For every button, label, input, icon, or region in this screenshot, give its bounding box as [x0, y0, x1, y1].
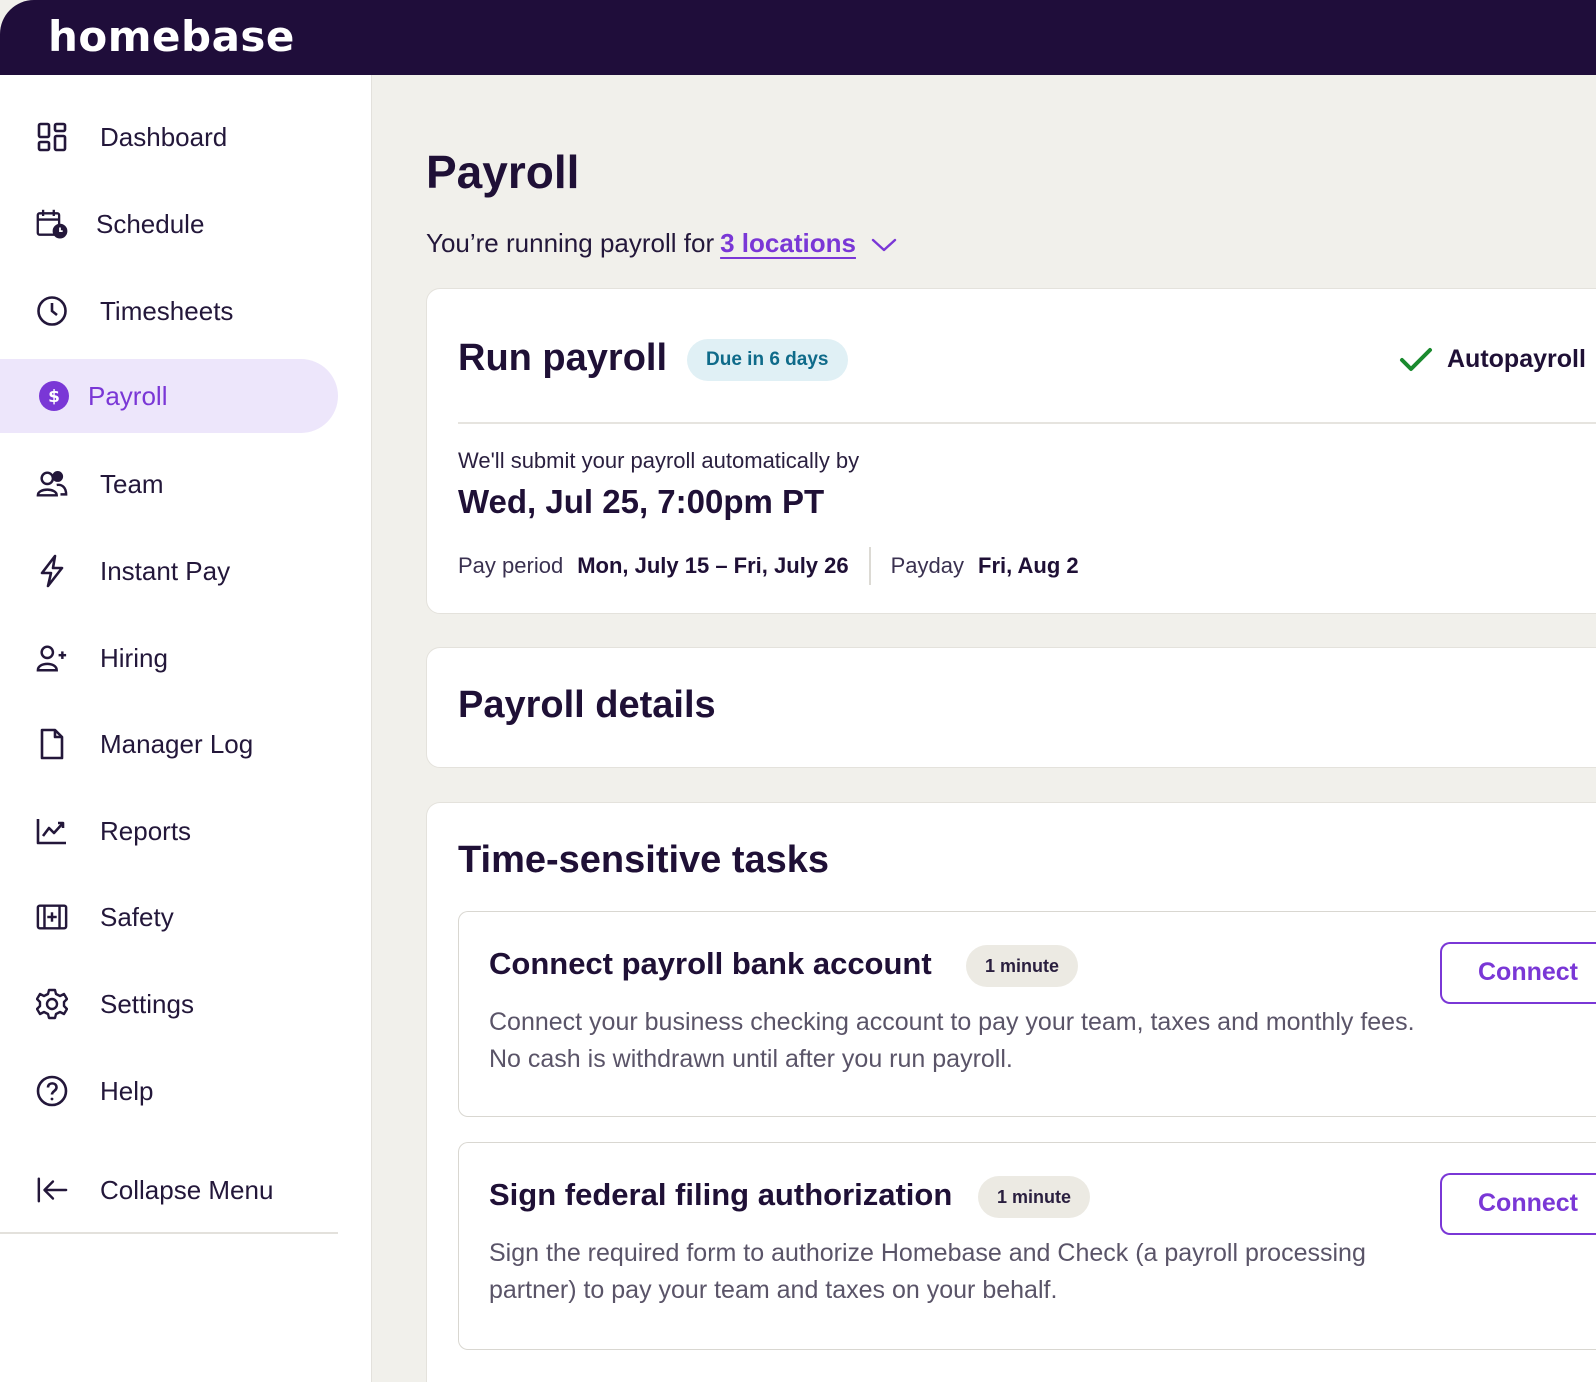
question-icon	[36, 1075, 68, 1107]
pay-period-row: Pay period Mon, July 15 – Fri, July 26 P…	[458, 546, 1079, 586]
team-icon	[36, 468, 68, 500]
task-title: Connect payroll bank account	[489, 946, 932, 981]
subline-text: You’re running payroll for	[426, 228, 715, 258]
task-title: Sign federal filing authorization	[489, 1177, 953, 1212]
top-bar: homebase	[0, 0, 1596, 75]
task-description: Connect your business checking account t…	[489, 1008, 1415, 1073]
payday-label: Payday	[890, 553, 965, 578]
sidebar-item-schedule[interactable]: Schedule	[0, 187, 338, 261]
payroll-details-title: Payroll details	[458, 684, 716, 726]
sidebar-item-label: Safety	[100, 901, 174, 932]
sidebar-item-payroll[interactable]: $ Payroll	[0, 359, 338, 433]
sidebar-item-team[interactable]: Team	[0, 447, 338, 521]
clock-icon	[36, 295, 68, 327]
submit-date: Wed, Jul 25, 7:00pm PT	[458, 483, 825, 520]
connect-bank-button[interactable]: Connect	[1440, 942, 1596, 1004]
sidebar-item-label: Dashboard	[100, 121, 228, 152]
duration-badge: 1 minute	[966, 945, 1079, 987]
document-icon	[36, 728, 68, 760]
collapse-menu-label: Collapse Menu	[100, 1174, 274, 1205]
due-badge: Due in 6 days	[687, 339, 848, 381]
sidebar-item-label: Timesheets	[100, 295, 234, 326]
page-title: Payroll	[426, 146, 580, 198]
homebase-logo[interactable]: homebase	[48, 12, 295, 61]
sign-authorization-button[interactable]: Connect	[1440, 1173, 1596, 1235]
sidebar-item-hiring[interactable]: Hiring	[0, 621, 338, 695]
sidebar-item-label: Help	[100, 1075, 154, 1106]
sidebar-item-label: Reports	[100, 815, 192, 846]
locations-subline: You’re running payroll for 3 locations	[426, 227, 898, 260]
sidebar-item-reports[interactable]: Reports	[0, 794, 338, 868]
first-aid-icon	[36, 901, 68, 933]
card-divider	[458, 422, 1596, 424]
run-payroll-card: Run payroll Due in 6 days Autopayroll We…	[426, 288, 1596, 614]
sidebar-item-safety[interactable]: Safety	[0, 880, 338, 954]
task-description: Sign the required form to authorize Home…	[489, 1239, 1366, 1304]
collapse-menu-button[interactable]: Collapse Menu	[0, 1153, 338, 1227]
run-payroll-title: Run payroll	[458, 337, 668, 379]
pay-period-label: Pay period	[458, 553, 564, 578]
payday-value: Fri, Aug 2	[978, 553, 1079, 578]
sidebar-item-label: Hiring	[100, 642, 168, 673]
gear-icon	[36, 988, 68, 1020]
sidebar: Dashboard Schedule Timesheets $ Payroll …	[0, 75, 372, 1382]
svg-text:$: $	[48, 387, 60, 407]
chevron-down-icon[interactable]	[870, 229, 898, 260]
autopayroll-label: Autopayroll	[1447, 345, 1586, 373]
tasks-title: Time-sensitive tasks	[458, 839, 830, 881]
sidebar-divider	[0, 1232, 338, 1234]
sidebar-item-dashboard[interactable]: Dashboard	[0, 100, 338, 174]
sidebar-item-label: Manager Log	[100, 728, 254, 759]
task-item: Sign federal filing authorization 1 minu…	[458, 1142, 1596, 1350]
task-item: Connect payroll bank account 1 minute Co…	[458, 911, 1596, 1117]
main-content: Payroll You’re running payroll for 3 loc…	[372, 75, 1596, 1382]
sidebar-item-label: Team	[100, 468, 164, 499]
lightning-icon	[36, 554, 68, 588]
sidebar-item-label: Instant Pay	[100, 555, 231, 586]
sidebar-item-settings[interactable]: Settings	[0, 967, 338, 1041]
submit-note: We'll submit your payroll automatically …	[458, 448, 860, 473]
pay-period-separator	[868, 547, 871, 585]
autopayroll-status[interactable]: Autopayroll	[1399, 345, 1586, 374]
payroll-details-card[interactable]: Payroll details	[426, 647, 1596, 768]
dollar-icon: $	[38, 380, 70, 412]
pay-period-value: Mon, July 15 – Fri, July 26	[577, 553, 849, 578]
chart-icon	[36, 815, 68, 847]
sidebar-item-label: Settings	[100, 988, 194, 1019]
collapse-left-icon	[36, 1174, 68, 1206]
checkmark-icon	[1400, 347, 1432, 371]
add-user-icon	[36, 642, 68, 674]
sidebar-item-label: Schedule	[96, 208, 205, 239]
sidebar-item-timesheets[interactable]: Timesheets	[0, 274, 338, 348]
time-sensitive-tasks-card: Time-sensitive tasks Connect payroll ban…	[426, 802, 1596, 1382]
dashboard-icon	[36, 121, 68, 153]
locations-link[interactable]: 3 locations	[720, 228, 856, 259]
calendar-clock-icon	[36, 208, 68, 240]
sidebar-item-help[interactable]: Help	[0, 1054, 338, 1128]
sidebar-item-instant-pay[interactable]: Instant Pay	[0, 534, 338, 608]
duration-badge: 1 minute	[978, 1176, 1091, 1218]
sidebar-item-manager-log[interactable]: Manager Log	[0, 707, 338, 781]
sidebar-item-label: Payroll	[88, 380, 168, 411]
